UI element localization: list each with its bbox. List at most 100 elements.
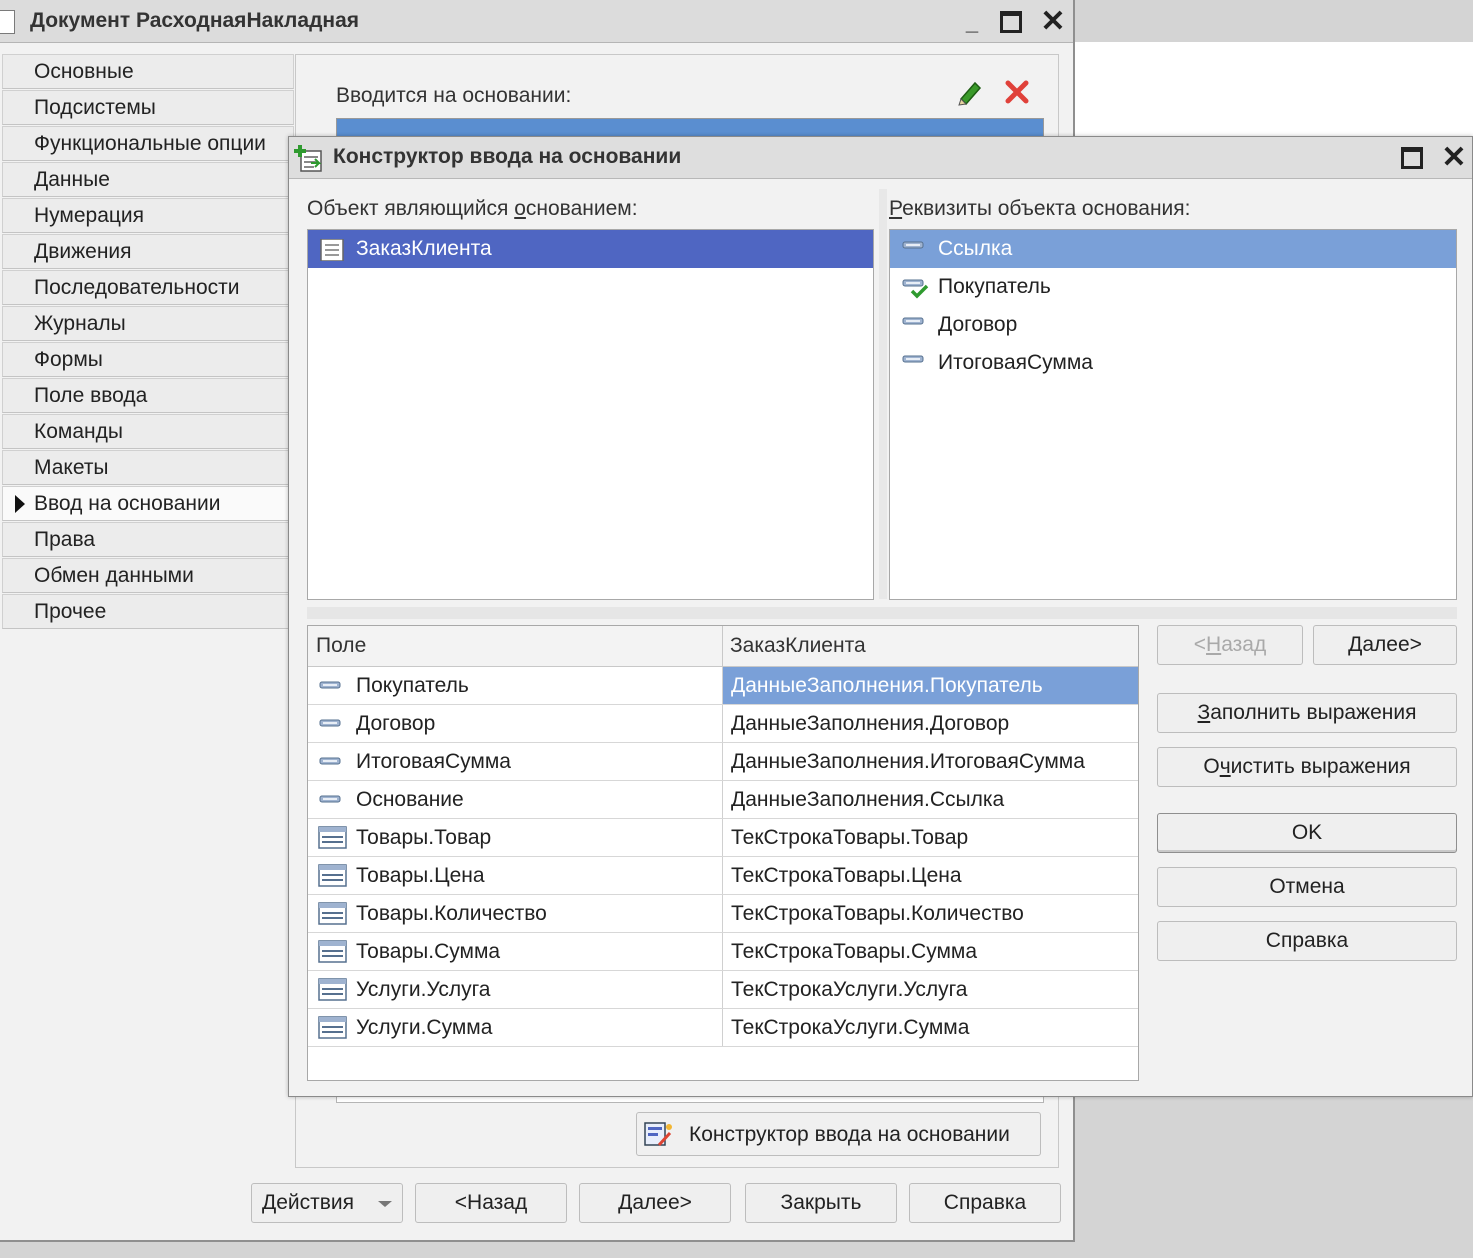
nav-item-data[interactable]: Данные [2,162,294,197]
nav-item-label: Обмен данными [34,564,194,587]
label-mnemonic: о [514,197,526,220]
expression-text: ТекСтрокаТовары.Цена [731,864,962,887]
nav-item-label: Поле ввода [34,384,148,407]
field-cell[interactable]: Услуги.Сумма [356,1016,492,1040]
table-row[interactable]: Покупатель ДанныеЗаполнения.Покупатель [308,667,1138,705]
current-item-arrow-icon [15,495,25,513]
field-cell[interactable]: Договор [356,712,435,736]
window-title: Документ РасходнаяНакладная [30,9,360,32]
nav-item-input-field[interactable]: Поле ввода [2,378,294,413]
field-cell[interactable]: Основание [356,788,464,812]
nav-item-label: Подсистемы [34,96,156,119]
window-titlebar[interactable]: Документ РасходнаяНакладная _ ✕ [0,0,1073,43]
expression-text: ДанныеЗаполнения.ИтоговаяСумма [731,750,1085,773]
delete-icon[interactable] [1003,78,1031,106]
table-row[interactable]: Товары.Товар ТекСтрокаТовары.Товар [308,819,1138,857]
maximize-button[interactable] [1000,11,1022,33]
nav-item-functional-options[interactable]: Функциональные опции [2,126,294,161]
table-row[interactable]: ИтоговаяСумма ДанныеЗаполнения.ИтоговаяСу… [308,743,1138,781]
minimize-button[interactable]: _ [958,10,986,35]
clear-expressions-button[interactable]: Очистить выражения [1157,747,1457,787]
base-object-list[interactable]: ЗаказКлиента [307,229,874,600]
nav-item-templates[interactable]: Макеты [2,450,294,485]
dialog-help-button[interactable]: Справка [1157,921,1457,961]
constructor-icon [294,145,322,172]
expression-cell[interactable]: ТекСтрокаТовары.Сумма [722,933,1138,970]
expression-cell[interactable]: ТекСтрокаУслуги.Сумма [722,1009,1138,1046]
nav-item-rights[interactable]: Права [2,522,294,557]
document-icon [0,10,15,34]
table-row[interactable]: Услуги.Услуга ТекСтрокаУслуги.Услуга [308,971,1138,1009]
expression-cell[interactable]: ДанныеЗаполнения.ИтоговаяСумма [722,743,1138,780]
list-item[interactable]: Договор [890,306,1456,344]
nav-item-sequences[interactable]: Последовательности [2,270,294,305]
column-header-field[interactable]: Поле [316,634,366,658]
label-part: снованием: [525,197,638,220]
nav-item-label: Ввод на основании [34,492,221,515]
nav-item-movements[interactable]: Движения [2,234,294,269]
attribute-icon [902,317,924,325]
dialog-maximize-button[interactable] [1401,147,1423,169]
label-mnemonic: Н [1206,633,1222,656]
list-item[interactable]: Покупатель [890,268,1456,306]
edit-pencil-icon[interactable] [955,78,985,106]
column-separator[interactable] [722,626,723,666]
field-cell[interactable]: Товары.Сумма [356,940,500,964]
nav-item-label: Основные [34,60,134,83]
expression-cell[interactable]: ТекСтрокаУслуги.Услуга [722,971,1138,1008]
back-button[interactable]: <Назад [415,1183,567,1223]
ok-button[interactable]: OK [1157,813,1457,853]
dialog-next-button[interactable]: Далее> [1313,625,1457,665]
table-row[interactable]: Товары.Сумма ТекСтрокаТовары.Сумма [308,933,1138,971]
field-cell[interactable]: ИтоговаяСумма [356,750,511,774]
horizontal-splitter[interactable] [307,607,1457,619]
nav-item-journals[interactable]: Журналы [2,306,294,341]
expression-cell[interactable]: ТекСтрокаТовары.Количество [722,895,1138,932]
vertical-splitter[interactable] [879,189,887,599]
field-cell[interactable]: Товары.Товар [356,826,491,850]
field-cell[interactable]: Покупатель [356,674,469,698]
fill-expressions-button[interactable]: Заполнить выражения [1157,693,1457,733]
table-row[interactable]: Основание ДанныеЗаполнения.Ссылка [308,781,1138,819]
dialog-titlebar[interactable]: Конструктор ввода на основании ✕ [289,137,1472,179]
list-item[interactable]: ЗаказКлиента [308,230,873,268]
dialog-back-button[interactable]: <Назад [1157,625,1303,665]
table-row[interactable]: Товары.Количество ТекСтрокаТовары.Количес… [308,895,1138,933]
table-row[interactable]: Услуги.Сумма ТекСтрокаУслуги.Сумма [308,1009,1138,1047]
expression-cell[interactable]: ДанныеЗаполнения.Ссылка [722,781,1138,818]
table-row[interactable]: Договор ДанныеЗаполнения.Договор [308,705,1138,743]
cancel-button[interactable]: Отмена [1157,867,1457,907]
expression-text: ТекСтрокаТовары.Количество [731,902,1024,925]
expression-cell[interactable]: ДанныеЗаполнения.Покупатель [722,667,1138,704]
base-attributes-list[interactable]: Ссылка Покупатель Договор ИтоговаяСумма [889,229,1457,600]
table-row[interactable]: Товары.Цена ТекСтрокаТовары.Цена [308,857,1138,895]
nav-item-data-exchange[interactable]: Обмен данными [2,558,294,593]
list-item[interactable]: Ссылка [890,230,1456,268]
nav-item-label: Данные [34,168,110,191]
nav-item-commands[interactable]: Команды [2,414,294,449]
field-cell[interactable]: Услуги.Услуга [356,978,490,1002]
nav-item-subsystems[interactable]: Подсистемы [2,90,294,125]
help-button[interactable]: Справка [909,1183,1061,1223]
nav-item-forms[interactable]: Формы [2,342,294,377]
tabular-section-icon [318,864,347,887]
field-cell[interactable]: Товары.Цена [356,864,485,888]
close-button[interactable]: Закрыть [745,1183,897,1223]
expression-cell[interactable]: ТекСтрокаТовары.Товар [722,819,1138,856]
expression-cell[interactable]: ДанныеЗаполнения.Договор [722,705,1138,742]
column-header-source[interactable]: ЗаказКлиента [730,634,866,658]
nav-item-main[interactable]: Основные [2,54,294,89]
actions-menu-button[interactable]: Действия [251,1183,403,1223]
expression-cell[interactable]: ТекСтрокаТовары.Цена [722,857,1138,894]
list-item[interactable]: ИтоговаяСумма [890,344,1456,382]
dialog-close-button[interactable]: ✕ [1439,140,1469,174]
expressions-table[interactable]: Поле ЗаказКлиента Покупатель ДанныеЗаполн… [307,625,1139,1081]
next-button[interactable]: Далее> [579,1183,731,1223]
nav-item-input-based-on[interactable]: Ввод на основании [2,486,294,521]
close-window-button[interactable]: ✕ [1038,4,1068,38]
open-constructor-button[interactable]: Конструктор ввода на основании [636,1112,1041,1156]
nav-item-other[interactable]: Прочее [2,594,294,629]
field-cell[interactable]: Товары.Количество [356,902,547,926]
nav-item-numbering[interactable]: Нумерация [2,198,294,233]
expression-text: ДанныеЗаполнения.Ссылка [731,788,1005,811]
